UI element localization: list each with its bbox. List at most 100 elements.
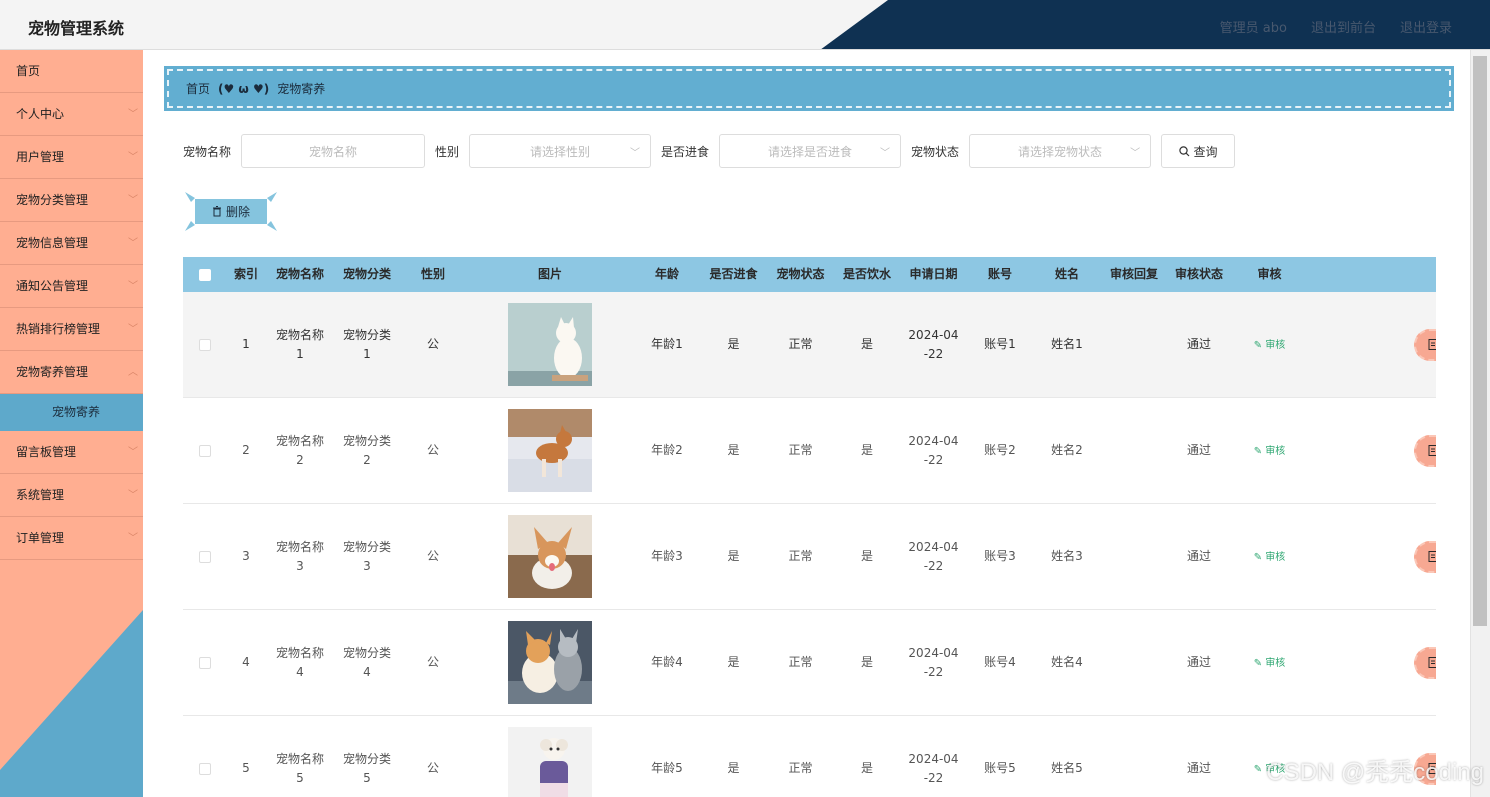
cell-image [466,621,634,704]
row-checkbox-cell [183,444,226,457]
cell-drink: 是 [860,443,873,457]
cell-pet-category: 宠物分类 1 [342,327,391,361]
cell-account: 账号2 [984,443,1016,457]
row-checkbox[interactable] [198,338,211,351]
header-date: 申请日期 [909,267,958,281]
cell-age: 年龄2 [651,443,683,457]
eat-select[interactable]: 请选择是否进食 ﹀ [719,134,902,168]
cell-status: 正常 [788,761,813,775]
pet-name-label: 宠物名称 [183,144,232,159]
cell-audit: ✎ 审核 [1231,547,1308,567]
row-checkbox[interactable] [198,656,211,669]
pet-image[interactable] [508,409,592,492]
cell-person-name: 姓名5 [1051,761,1083,775]
eat-label: 是否进食 [661,144,710,159]
sidebar-item-notice[interactable]: 通知公告管理 ﹀ [0,265,143,308]
table-row[interactable]: 4 宠物名称 4 宠物分类 4 公 年龄4 是 正常 是 2024-04 -22 账号4 姓名4 通过 ✎ 审… [183,610,1436,716]
sidebar-item-orders[interactable]: 订单管理 ﹀ [0,517,143,560]
cell-eat: 是 [727,443,740,457]
cell-account: 账号3 [984,549,1016,563]
row-checkbox[interactable] [198,762,211,775]
breadcrumb-home[interactable]: 首页 [186,80,210,97]
cell-pet-name: 宠物名称 3 [275,539,324,573]
detail-button[interactable]: 详情 [1414,646,1436,679]
row-checkbox[interactable] [198,444,211,457]
edit-icon: ✎ [1253,339,1266,351]
chevron-down-icon: ﹀ [630,147,641,159]
sidebar-item-user-manage[interactable]: 用户管理 ﹀ [0,136,143,179]
breadcrumb: 首页 (♥ ω ♥) 宠物寄养 [164,66,1454,111]
detail-button[interactable]: 详情 [1414,540,1436,573]
watermark: CSDN @秃秃coding [1266,759,1484,786]
row-checkbox[interactable] [198,550,211,563]
pet-image[interactable] [508,621,592,704]
audit-link[interactable]: ✎ 审核 [1254,552,1286,563]
row-checkbox-cell [183,762,226,775]
cell-sex: 公 [426,655,439,669]
detail-button[interactable]: 详情 [1414,328,1436,361]
cell-pet-category: 宠物分类 3 [342,539,391,573]
pet-image[interactable] [508,727,592,797]
table-row[interactable]: 2 宠物名称 2 宠物分类 2 公 年龄2 是 正常 是 2024-04 -22 账号2 姓名2 通过 ✎ 审… [183,398,1436,504]
header-person-name: 姓名 [1054,267,1079,281]
sidebar-subitem-pet-foster[interactable]: 宠物寄养 [0,394,143,431]
cell-pet-name: 宠物名称 1 [275,327,324,361]
cell-status: 正常 [788,549,813,563]
cell-drink: 是 [860,655,873,669]
header-operations: 操作 [1308,265,1436,284]
app-title: 宠物管理系统 [28,19,125,38]
exit-to-front-link[interactable]: 退出到前台 [1311,17,1376,36]
table-body: 1 宠物名称 1 宠物分类 1 公年龄1 是正常是 2024-04 -22 账号1 姓名1 通过 ✎ 审… [183,292,1436,797]
scrollbar-thumb[interactable] [1473,56,1487,626]
sidebar-item-pet-foster[interactable]: 宠物寄养管理 ︿ [0,351,143,394]
header-pet-category: 宠物分类 [342,267,391,281]
cell-pet-category: 宠物分类 5 [342,751,391,785]
sidebar-item-message-board[interactable]: 留言板管理 ﹀ [0,431,143,474]
document-icon [1428,339,1436,350]
sidebar-item-system[interactable]: 系统管理 ﹀ [0,474,143,517]
query-button[interactable]: 查询 [1161,134,1236,168]
cell-age: 年龄1 [651,337,683,351]
delete-button[interactable]: 删除 [185,192,277,231]
sex-select[interactable]: 请选择性别 ﹀ [469,134,652,168]
select-all-checkbox[interactable] [198,268,211,281]
audit-link[interactable]: ✎ 审核 [1254,446,1286,457]
cell-person-name: 姓名2 [1051,443,1083,457]
cell-drink: 是 [860,549,873,563]
pet-image[interactable] [508,303,592,386]
document-icon [1428,551,1436,562]
cell-index: 1 [242,337,250,351]
sidebar-item-pet-category[interactable]: 宠物分类管理 ﹀ [0,179,143,222]
cell-age: 年龄3 [651,549,683,563]
cell-audit-status: 通过 [1186,549,1211,563]
sidebar-item-pet-info[interactable]: 宠物信息管理 ﹀ [0,222,143,265]
table-row[interactable]: 3 宠物名称 3 宠物分类 3 公 年龄3 是 正常 是 2024-04 -22 账号3 姓名3 通过 ✎ 审… [183,504,1436,610]
breadcrumb-current: 宠物寄养 [277,82,326,96]
table-row[interactable]: 5 宠物名称 5 宠物分类 5 公年龄5 是正常是 2024-04 -22 账号5 姓名5 通过 ✎ 审… [183,716,1436,797]
sidebar-item-personal-center[interactable]: 个人中心 ﹀ [0,93,143,136]
cell-date: 2024-04 -22 [908,645,959,679]
cell-drink: 是 [860,761,873,775]
pet-image[interactable] [508,515,592,598]
logout-link[interactable]: 退出登录 [1400,17,1452,36]
chevron-down-icon: ﹀ [128,195,138,206]
status-select[interactable]: 请选择宠物状态 ﹀ [969,134,1152,168]
cell-sex: 公 [426,337,439,351]
pet-name-input[interactable]: 宠物名称 [241,134,426,168]
header-actions: 管理员 abo 退出到前台 退出登录 [1220,17,1452,36]
cell-age: 年龄4 [651,655,683,669]
search-form: 宠物名称 宠物名称 性别 请选择性别 ﹀ 是否进食 请选择是否进食 ﹀ 宠物状态 请… [183,134,1236,168]
detail-button[interactable]: 详情 [1414,434,1436,467]
audit-link[interactable]: ✎ 审核 [1254,340,1286,351]
sidebar-item-hot-ranking[interactable]: 热销排行榜管理 ﹀ [0,308,143,351]
document-icon [1428,445,1436,456]
sidebar-item-home[interactable]: 首页 [0,50,143,93]
cell-eat: 是 [727,549,740,563]
edit-icon: ✎ [1253,445,1266,457]
cell-index: 4 [242,655,250,669]
table-row[interactable]: 1 宠物名称 1 宠物分类 1 公 年龄1 是 正常 是 2024-04 -22 账号1 姓名1 通过 ✎ 审… [183,292,1436,398]
cell-audit-status: 通过 [1186,655,1211,669]
audit-link[interactable]: ✎ 审核 [1254,658,1286,669]
cell-date: 2024-04 -22 [908,327,959,361]
cell-person-name: 姓名4 [1051,655,1083,669]
